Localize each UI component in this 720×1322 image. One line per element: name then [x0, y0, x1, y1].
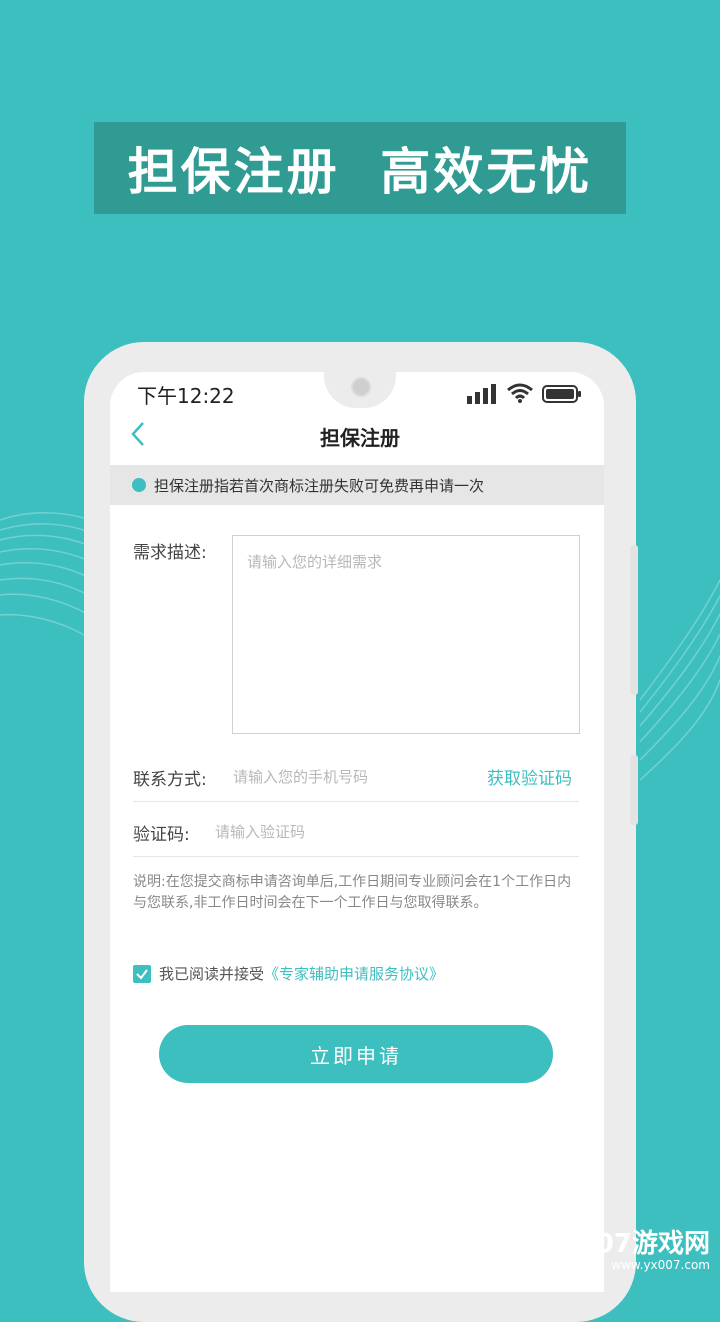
status-time: 下午12:22 [137, 384, 235, 408]
notice-text: 担保注册指若首次商标注册失败可免费再申请一次 [154, 476, 485, 495]
signal-icon [467, 384, 496, 404]
contact-label: 联系方式: [133, 770, 207, 790]
promo-banner: 担保注册 高效无忧 [94, 122, 626, 214]
description-placeholder: 请输入您的详细需求 [247, 553, 383, 571]
dot-icon [132, 478, 146, 492]
notice-bar: 担保注册指若首次商标注册失败可免费再申请一次 [110, 465, 604, 505]
agreement-text: 我已阅读并接受 [159, 965, 265, 983]
phone-input[interactable]: 请输入您的手机号码 [233, 766, 368, 787]
explanation-text: 说明:在您提交商标申请咨询单后,工作日期间专业顾问会在1个工作日内与您联系,非工… [133, 874, 572, 911]
watermark-url: www.yx007.com [611, 1258, 710, 1272]
camera-icon [351, 377, 371, 397]
battery-icon [542, 385, 581, 403]
watermark: 007游戏网 www.yx007.com [578, 1230, 710, 1272]
watermark-brand: 007游戏网 [577, 1229, 710, 1259]
get-code-button[interactable]: 获取验证码 [487, 764, 572, 789]
phone-side-button [630, 755, 638, 825]
phone-side-button [630, 545, 638, 695]
submit-button[interactable]: 立即申请 [159, 1025, 553, 1083]
code-label: 验证码: [133, 825, 190, 845]
wifi-icon [507, 383, 533, 403]
description-label: 需求描述: [133, 543, 207, 563]
agreement-link[interactable]: 《专家辅助申请服务协议》 [264, 963, 444, 984]
divider [133, 801, 579, 802]
checkbox-checked-icon[interactable] [133, 964, 151, 983]
agreement-row: 我已阅读并接受 《专家辅助申请服务协议》 [133, 963, 444, 984]
chevron-left-icon[interactable] [128, 420, 148, 448]
code-input[interactable]: 请输入验证码 [215, 821, 305, 842]
page-title: 担保注册 [320, 426, 400, 450]
divider [133, 856, 579, 857]
